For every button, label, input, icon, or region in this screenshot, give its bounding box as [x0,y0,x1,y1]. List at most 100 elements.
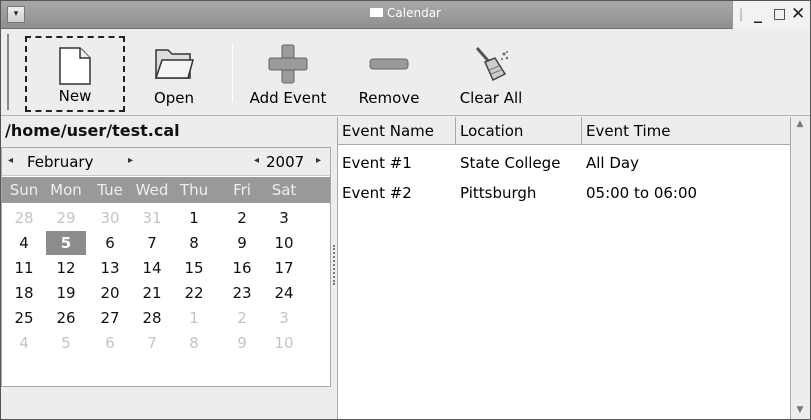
prev-month-arrow-icon[interactable]: ◂ [8,155,13,166]
day-cell[interactable]: 18 [4,281,44,305]
day-cell[interactable]: 26 [46,306,86,330]
splitter-grip[interactable] [333,245,335,285]
day-cell[interactable]: 24 [264,281,304,305]
day-cell[interactable]: 4 [4,231,44,255]
day-cell[interactable]: 8 [174,331,214,355]
day-cell[interactable]: 3 [264,206,304,230]
day-cell[interactable]: 9 [222,331,262,355]
day-cell[interactable]: 2 [222,206,262,230]
day-cell[interactable]: 14 [132,256,172,280]
day-cell[interactable]: 1 [174,306,214,330]
day-cell[interactable]: 4 [4,331,44,355]
day-cell[interactable]: 2 [222,306,262,330]
weekday-label: Wed [135,181,169,199]
next-month-arrow-icon[interactable]: ▸ [128,155,133,166]
month-label: February [27,153,94,171]
broom-icon [475,47,509,82]
calendar-header: ◂ February ▸ ◂ 2007 ▸ [2,148,330,176]
add-event-button-label: Add Event [249,89,327,107]
new-button[interactable]: New [25,36,125,112]
day-cell[interactable]: 3 [264,306,304,330]
day-cell[interactable]: 10 [264,331,304,355]
left-pane: /home/user/test.cal ◂ February ▸ ◂ 2007 … [1,117,332,419]
day-cell[interactable]: 9 [222,231,262,255]
column-header-event-name[interactable]: Event Name [338,117,456,145]
event-name-cell: Event #2 [342,184,412,202]
open-button-label: Open [153,89,195,107]
file-path: /home/user/test.cal [5,121,180,140]
window-icon [370,8,384,17]
minus-icon [369,58,409,70]
day-cell[interactable]: 28 [132,306,172,330]
maximize-button[interactable]: □ [773,3,786,25]
weekday-label: Thu [179,181,209,199]
day-cell[interactable]: 28 [4,206,44,230]
clear-all-button[interactable]: Clear All [447,36,535,112]
weekday-label: Sat [271,181,297,199]
location-cell: State College [460,154,561,172]
vertical-scrollbar[interactable]: ▲ ▼ [790,117,810,419]
new-document-icon [59,47,91,85]
folder-icon [154,49,194,79]
toolbar-separator [232,44,233,102]
day-cell[interactable]: 11 [4,256,44,280]
day-cell[interactable]: 20 [90,281,130,305]
day-cell[interactable]: 6 [90,331,130,355]
weekday-label: Tue [97,181,123,199]
remove-button-label: Remove [358,89,420,107]
weekday-label: Sun [9,181,39,199]
weekday-label: Mon [50,181,82,199]
window-title: Calendar [1,6,810,20]
toolbar: New Open Add Event Remove Clear All [1,30,810,116]
controls-separator: | [739,7,744,21]
day-cell[interactable]: 25 [4,306,44,330]
calendar-window: ▾ Calendar | _ □ ✕ New Open Add Event Re… [0,0,811,420]
day-cell[interactable]: 22 [174,281,214,305]
year-label: 2007 [266,153,305,171]
day-cell[interactable]: 13 [90,256,130,280]
scroll-down-arrow-icon[interactable]: ▼ [794,405,806,417]
clear-all-button-label: Clear All [459,89,523,107]
scroll-up-arrow-icon[interactable]: ▲ [794,119,806,131]
day-cell[interactable]: 8 [174,231,214,255]
day-cell[interactable]: 23 [222,281,262,305]
day-cell[interactable]: 16 [222,256,262,280]
weekday-header: Sun Mon Tue Wed Thu Fri Sat [2,177,330,203]
day-cell[interactable]: 12 [46,256,86,280]
next-year-arrow-icon[interactable]: ▸ [316,155,321,166]
column-header-location[interactable]: Location [456,117,582,145]
selected-day-cell[interactable]: 5 [46,231,86,255]
event-time-cell: 05:00 to 06:00 [586,184,698,202]
plus-icon [268,44,308,84]
day-cell[interactable]: 27 [90,306,130,330]
open-button[interactable]: Open [141,36,207,112]
prev-year-arrow-icon[interactable]: ◂ [254,155,259,166]
calendar-widget: ◂ February ▸ ◂ 2007 ▸ Sun Mon Tue Wed Th… [1,147,331,387]
remove-button[interactable]: Remove [349,36,429,112]
day-cell[interactable]: 7 [132,331,172,355]
toolbar-grip[interactable] [7,34,13,110]
day-cell[interactable]: 29 [46,206,86,230]
day-cell[interactable]: 30 [90,206,130,230]
day-cell[interactable]: 15 [174,256,214,280]
title-bar[interactable]: ▾ Calendar | _ □ ✕ [1,1,810,29]
day-cell[interactable]: 10 [264,231,304,255]
day-cell[interactable]: 1 [174,206,214,230]
minimize-button[interactable]: _ [754,3,762,25]
day-cell[interactable]: 7 [132,231,172,255]
window-controls: | _ □ ✕ [732,1,810,29]
day-cell[interactable]: 6 [90,231,130,255]
day-cell[interactable]: 5 [46,331,86,355]
event-time-cell: All Day [586,154,639,172]
day-cell[interactable]: 31 [132,206,172,230]
day-cell[interactable]: 17 [264,256,304,280]
day-cell[interactable]: 19 [46,281,86,305]
event-name-cell: Event #1 [342,154,412,172]
events-table: Event Name Location Event Time Event #1 … [337,117,792,419]
day-cell[interactable]: 21 [132,281,172,305]
close-button[interactable]: ✕ [791,3,805,25]
window-title-label: Calendar [387,6,441,20]
add-event-button[interactable]: Add Event [239,36,337,112]
column-header-event-time[interactable]: Event Time [582,117,792,145]
location-cell: Pittsburgh [460,184,537,202]
